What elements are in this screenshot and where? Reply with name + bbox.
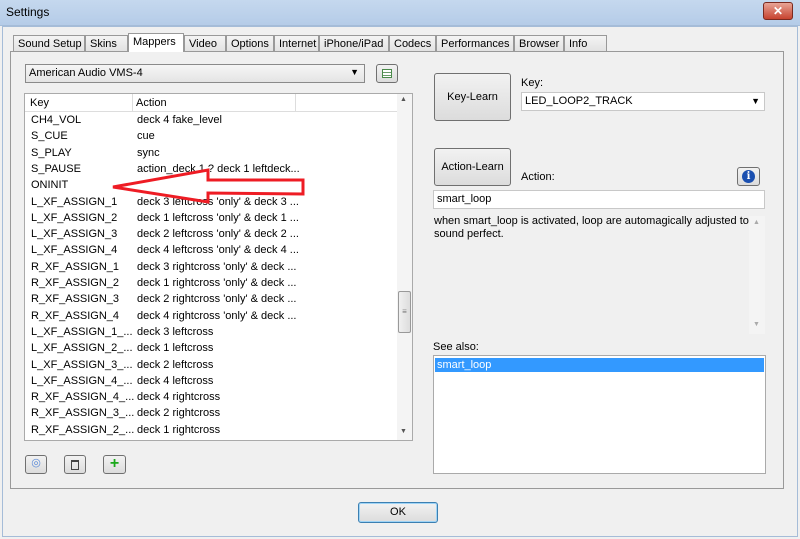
trash-icon [71,460,79,470]
info-button[interactable]: i [737,167,760,186]
delete-button[interactable] [64,455,86,474]
action-label: Action: [521,171,555,183]
action-value: smart_loop [437,193,492,205]
key-learn-button[interactable]: Key-Learn [434,73,511,121]
import-button[interactable]: ◎ [25,455,47,474]
disc-icon: ◎ [31,457,41,469]
see-also-item[interactable]: smart_loop [435,358,764,372]
key-value: LED_LOOP2_TRACK [525,95,633,107]
tab-mappers[interactable]: Mappers [128,33,184,52]
ok-button[interactable]: OK [358,502,438,523]
key-dropdown[interactable]: LED_LOOP2_TRACK ▼ [521,92,765,111]
add-button[interactable]: + [103,455,126,474]
see-also-label: See also: [433,341,479,353]
action-field[interactable]: smart_loop [433,190,765,209]
see-also-list[interactable]: smart_loop [433,355,766,474]
chevron-down-icon: ▼ [751,96,760,106]
description-scrollbar[interactable]: ▲ ▼ [749,216,765,334]
action-description: when smart_loop is activated, loop are a… [434,215,749,240]
info-icon: i [742,170,755,183]
plus-icon: + [109,455,120,472]
action-learn-button[interactable]: Action-Learn [434,148,511,186]
key-label: Key: [521,77,544,89]
